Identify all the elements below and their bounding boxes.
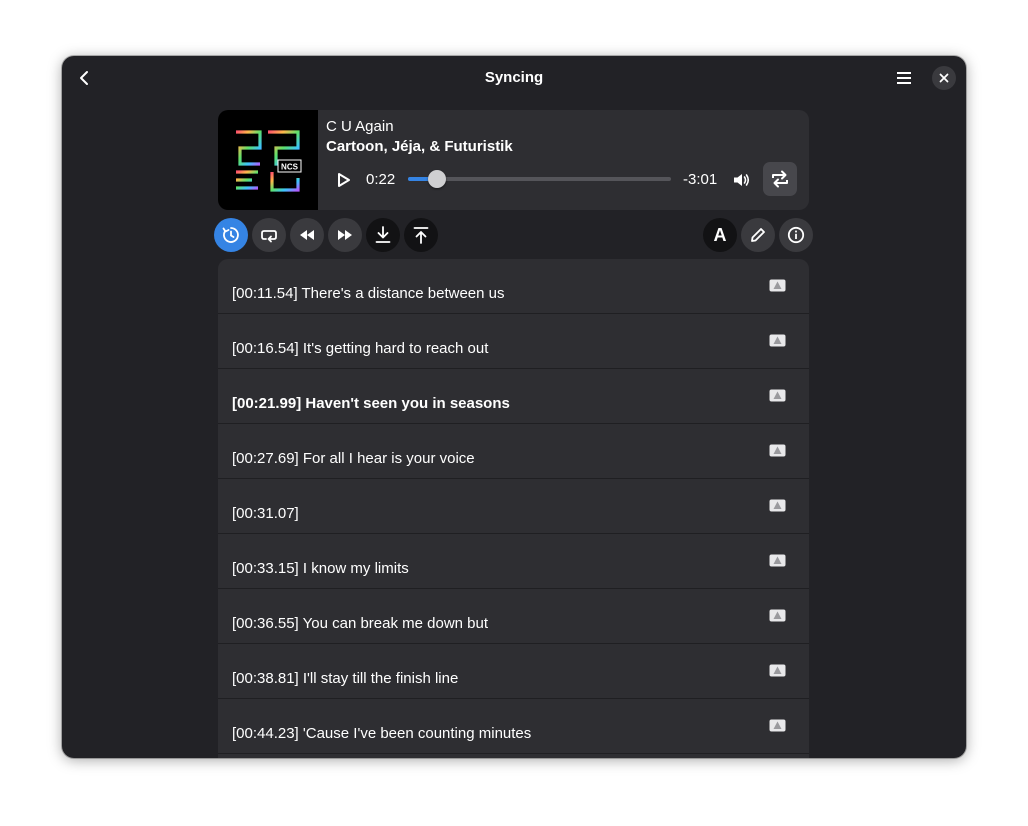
play-icon bbox=[338, 173, 350, 187]
lyric-row[interactable]: [00:31.07] bbox=[218, 479, 809, 534]
lyric-row[interactable]: [00:44.23] 'Cause I've been counting min… bbox=[218, 699, 809, 754]
hamburger-menu-icon bbox=[897, 72, 911, 84]
upload-icon bbox=[413, 227, 429, 244]
close-icon bbox=[939, 73, 949, 83]
warning-icon[interactable] bbox=[769, 334, 786, 348]
play-button[interactable] bbox=[329, 166, 357, 194]
lyric-text: [00:27.69] For all I hear is your voice bbox=[232, 450, 475, 467]
app-window: Syncing NCS C U Again Cartoon, Jéja, & F… bbox=[62, 56, 966, 758]
font-icon: A bbox=[713, 224, 727, 245]
warning-icon[interactable] bbox=[769, 389, 786, 403]
lyric-row[interactable]: [00:36.55] You can break me down but bbox=[218, 589, 809, 644]
seek-track bbox=[408, 177, 671, 181]
header-bar: Syncing bbox=[62, 56, 966, 102]
warning-icon[interactable] bbox=[769, 554, 786, 568]
close-window-button[interactable] bbox=[932, 66, 956, 90]
rewind-button[interactable] bbox=[290, 218, 324, 252]
song-title: C U Again bbox=[326, 118, 394, 135]
lyric-text: [00:38.81] I'll stay till the finish lin… bbox=[232, 670, 459, 687]
seek-knob[interactable] bbox=[427, 170, 446, 188]
edit-button[interactable] bbox=[741, 218, 775, 252]
cover-logo-text: NCS bbox=[281, 163, 299, 172]
warning-icon[interactable] bbox=[769, 279, 786, 293]
lyric-row[interactable]: [00:27.69] For all I hear is your voice bbox=[218, 424, 809, 479]
lyric-row[interactable]: [00:16.54] It's getting hard to reach ou… bbox=[218, 314, 809, 369]
sync-icon bbox=[222, 227, 239, 243]
sync-toggle-button[interactable] bbox=[214, 218, 248, 252]
lyric-text: [00:36.55] You can break me down but bbox=[232, 615, 489, 632]
font-style-button[interactable]: A bbox=[703, 218, 737, 252]
edit-icon bbox=[751, 228, 765, 242]
lyric-text: [00:44.23] 'Cause I've been counting min… bbox=[232, 725, 532, 742]
warning-icon[interactable] bbox=[769, 444, 786, 458]
lyric-text: [00:21.99] Haven't seen you in seasons bbox=[232, 395, 510, 412]
volume-button[interactable] bbox=[728, 166, 756, 194]
album-cover: NCS bbox=[218, 110, 318, 210]
repeat-toggle-button[interactable] bbox=[763, 162, 797, 196]
repeat-icon bbox=[772, 170, 788, 188]
loop-line-button[interactable] bbox=[252, 218, 286, 252]
warning-icon[interactable] bbox=[769, 719, 786, 733]
player-card: NCS C U Again Cartoon, Jéja, & Futuristi… bbox=[218, 110, 809, 210]
seek-slider[interactable] bbox=[408, 170, 671, 188]
warning-icon[interactable] bbox=[769, 664, 786, 678]
volume-icon bbox=[734, 174, 750, 186]
lyrics-list: [00:11.54] There's a distance between us… bbox=[218, 259, 809, 758]
download-button[interactable] bbox=[366, 218, 400, 252]
lyric-row[interactable] bbox=[218, 754, 809, 758]
remaining-time: -3:01 bbox=[683, 171, 718, 188]
warning-icon[interactable] bbox=[769, 499, 786, 513]
fast-forward-icon bbox=[338, 230, 352, 240]
lyric-row[interactable]: [00:33.15] I know my limits bbox=[218, 534, 809, 589]
upload-button[interactable] bbox=[404, 218, 438, 252]
elapsed-time: 0:22 bbox=[366, 171, 396, 188]
info-button[interactable] bbox=[779, 218, 813, 252]
song-artist: Cartoon, Jéja, & Futuristik bbox=[326, 138, 513, 155]
main-menu-button[interactable] bbox=[888, 62, 920, 94]
lyric-text: [00:11.54] There's a distance between us bbox=[232, 285, 505, 302]
lyric-text: [00:16.54] It's getting hard to reach ou… bbox=[232, 340, 489, 357]
download-icon bbox=[375, 226, 391, 243]
window-title: Syncing bbox=[484, 69, 544, 86]
loop-line-icon bbox=[261, 230, 277, 243]
lyric-row-current[interactable]: [00:21.99] Haven't seen you in seasons bbox=[218, 369, 809, 424]
rewind-icon bbox=[300, 230, 314, 240]
warning-icon[interactable] bbox=[769, 609, 786, 623]
info-icon bbox=[787, 226, 805, 244]
lyric-row[interactable]: [00:38.81] I'll stay till the finish lin… bbox=[218, 644, 809, 699]
lyric-row[interactable]: [00:11.54] There's a distance between us bbox=[218, 259, 809, 314]
lyric-text: [00:33.15] I know my limits bbox=[232, 560, 409, 577]
lyric-text: [00:31.07] bbox=[232, 505, 299, 522]
fast-forward-button[interactable] bbox=[328, 218, 362, 252]
